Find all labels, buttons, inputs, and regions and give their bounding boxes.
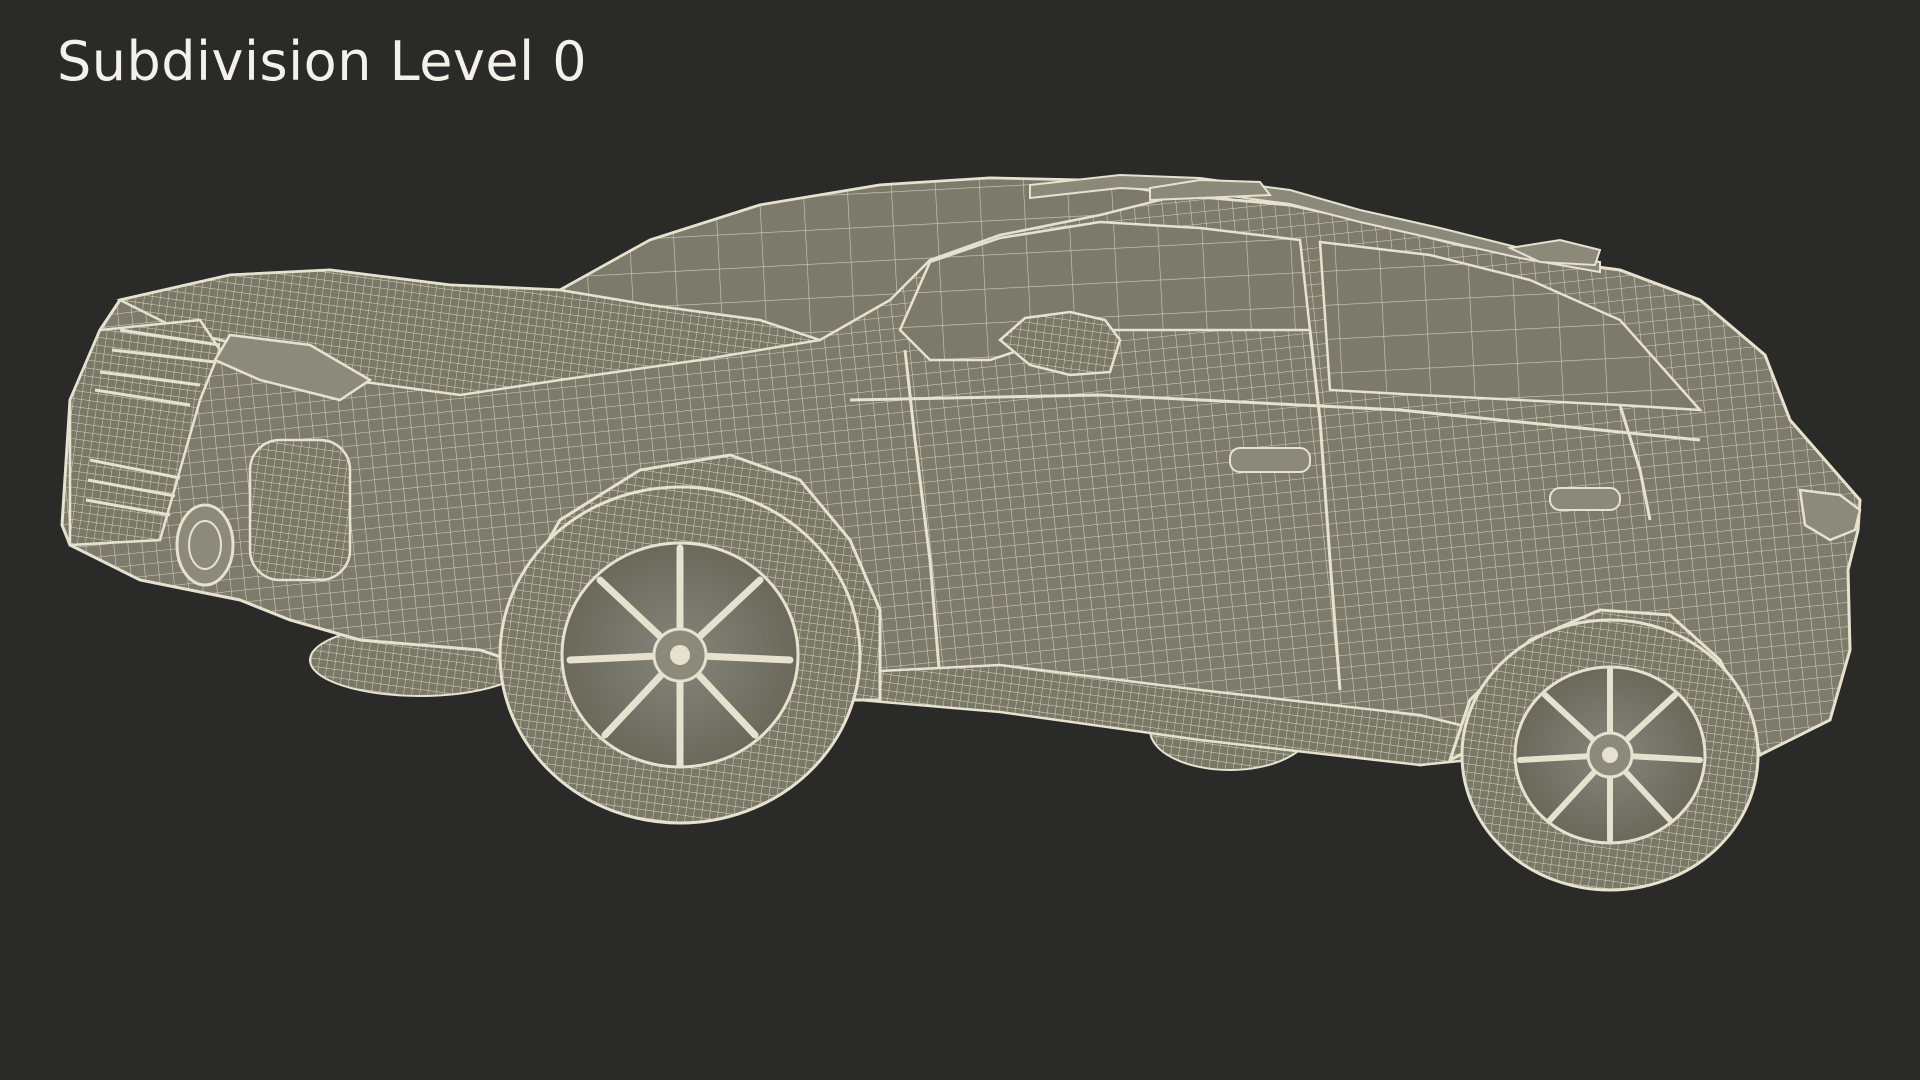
car-wireframe-model: [60, 173, 1862, 892]
front-door-handle: [1229, 447, 1311, 473]
fog-light: [175, 503, 235, 587]
render-viewport: Subdivision Level 0: [0, 0, 1920, 1080]
front-hub-cap: [670, 645, 690, 665]
rear-left-wheel: [1460, 618, 1760, 892]
rear-hub-cap: [1602, 747, 1618, 763]
bumper-intake: [248, 438, 352, 582]
front-left-wheel: [498, 485, 862, 825]
rear-door-handle: [1549, 487, 1621, 511]
